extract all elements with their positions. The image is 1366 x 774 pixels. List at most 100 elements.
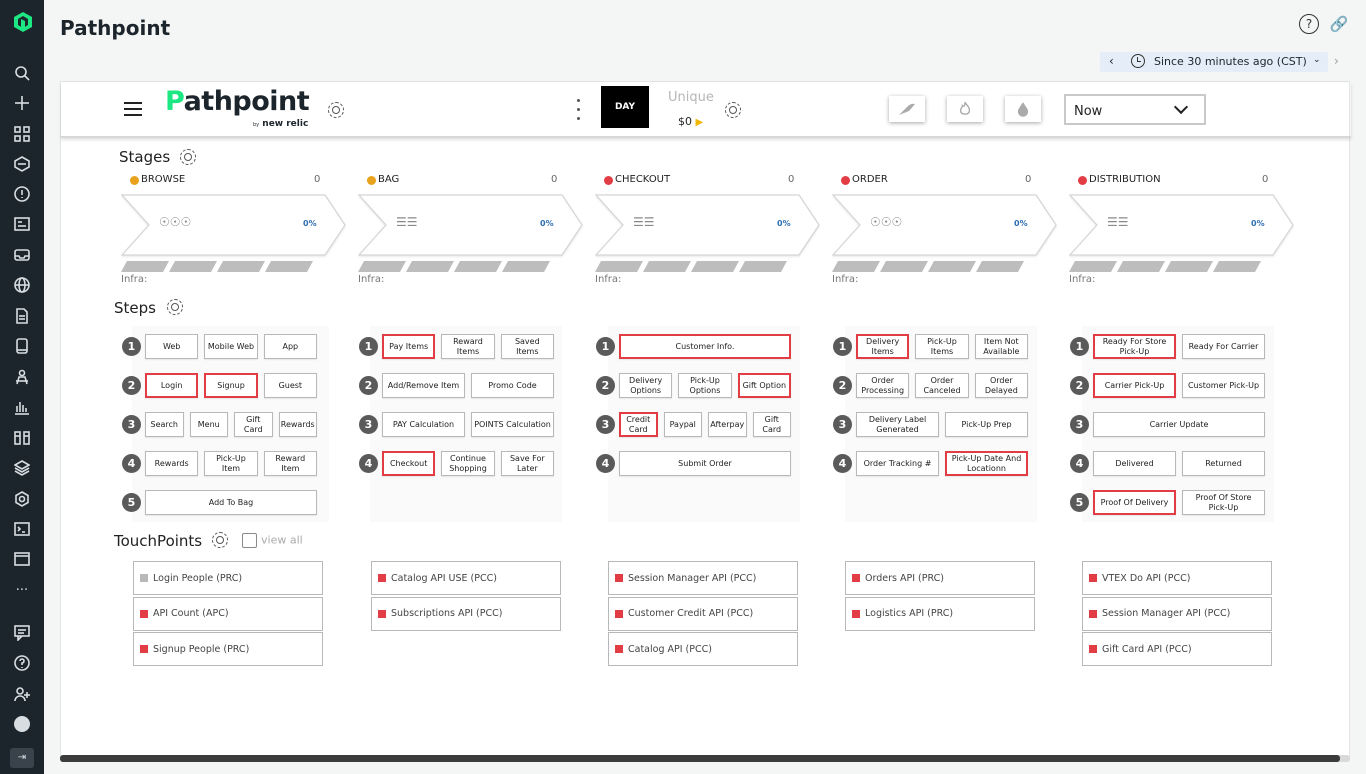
step-button[interactable]: PAY Calculation bbox=[382, 412, 465, 437]
mobile-icon[interactable] bbox=[12, 336, 32, 356]
step-button[interactable]: Saved Items bbox=[500, 334, 554, 359]
touchpoint-item[interactable]: Gift Card API (PCC) bbox=[1082, 632, 1272, 666]
step-button[interactable]: Search bbox=[145, 412, 184, 437]
touchpoint-item[interactable]: Catalog API (PCC) bbox=[608, 632, 798, 666]
step-button[interactable]: Checkout bbox=[382, 451, 436, 476]
terminal-icon[interactable] bbox=[12, 519, 32, 539]
more-icon[interactable]: ··· bbox=[12, 580, 32, 600]
synthetics-icon[interactable] bbox=[12, 367, 32, 387]
step-button[interactable]: Gift Card bbox=[752, 412, 791, 437]
step-button[interactable]: App bbox=[263, 334, 317, 359]
step-button[interactable]: Add/Remove Item bbox=[382, 373, 465, 398]
step-button[interactable]: Returned bbox=[1182, 451, 1265, 476]
inbox-icon[interactable] bbox=[12, 245, 32, 265]
step-button[interactable]: Ready For Store Pick-Up bbox=[1093, 334, 1176, 359]
step-button[interactable]: Pay Items bbox=[382, 334, 436, 359]
step-button[interactable]: Pick-Up Prep bbox=[945, 412, 1028, 437]
next-time-icon[interactable]: › bbox=[1334, 54, 1339, 68]
hamburger-menu-icon[interactable] bbox=[124, 102, 142, 116]
help-icon[interactable]: ? bbox=[1299, 14, 1319, 34]
step-button[interactable]: Delivery Options bbox=[619, 373, 673, 398]
flame-icon[interactable] bbox=[947, 96, 983, 122]
step-button[interactable]: Paypal bbox=[663, 412, 702, 437]
step-button[interactable]: Item Not Available bbox=[974, 334, 1028, 359]
step-button[interactable]: Afterpay bbox=[708, 412, 747, 437]
step-button[interactable]: Login bbox=[145, 373, 199, 398]
drop-icon[interactable] bbox=[1005, 96, 1041, 122]
step-button[interactable]: Order Tracking # bbox=[856, 451, 939, 476]
touchpoint-item[interactable]: Customer Credit API (PCC) bbox=[608, 596, 798, 631]
search-icon[interactable] bbox=[12, 63, 32, 83]
step-button[interactable]: Order Processing bbox=[856, 373, 910, 398]
checkbox-box[interactable] bbox=[242, 533, 257, 548]
touchpoint-item[interactable]: API Count (APC) bbox=[133, 596, 323, 631]
steps-settings-gear-icon[interactable] bbox=[167, 299, 183, 315]
step-button[interactable]: Guest bbox=[263, 373, 317, 398]
touchpoint-item[interactable]: Session Manager API (PCC) bbox=[608, 561, 798, 595]
step-button[interactable]: Reward Items bbox=[441, 334, 495, 359]
apm-icon[interactable] bbox=[12, 154, 32, 174]
step-button[interactable]: Delivery Items bbox=[856, 334, 910, 359]
stages-settings-gear-icon[interactable] bbox=[180, 149, 196, 165]
step-button[interactable]: Web bbox=[145, 334, 199, 359]
touchpoint-item[interactable]: Orders API (PRC) bbox=[845, 561, 1035, 595]
touchpoints-settings-gear-icon[interactable] bbox=[212, 532, 228, 548]
avatar[interactable] bbox=[12, 714, 32, 734]
step-button[interactable]: Delivered bbox=[1093, 451, 1176, 476]
feedback-icon[interactable] bbox=[12, 623, 32, 643]
time-picker[interactable]: ‹ Since 30 minutes ago (CST) ⌄ bbox=[1100, 52, 1328, 72]
step-button[interactable]: Pick-Up Date And Locationn bbox=[945, 451, 1028, 476]
collapse-icon[interactable]: ⇥ bbox=[10, 748, 34, 768]
step-button[interactable]: Proof Of Delivery bbox=[1093, 490, 1176, 515]
browser-globe-icon[interactable] bbox=[12, 275, 32, 295]
timeframe-select[interactable]: Now bbox=[1064, 94, 1206, 125]
touchpoint-item[interactable]: VTEX Do API (PCC) bbox=[1082, 561, 1272, 595]
stage-order[interactable]: ORDER 0 ☉☉☉ 0% Infra: bbox=[832, 173, 1072, 293]
dashboards-icon[interactable] bbox=[12, 214, 32, 234]
step-button[interactable]: Save For Later bbox=[500, 451, 554, 476]
add-icon[interactable] bbox=[12, 93, 32, 113]
kebab-menu-icon[interactable] bbox=[577, 99, 581, 121]
step-button[interactable]: Signup bbox=[204, 373, 258, 398]
step-button[interactable]: Add To Bag bbox=[145, 490, 317, 515]
stage-browse[interactable]: BROWSE 0 ☉☉☉ 0% Infra: bbox=[121, 173, 361, 293]
apps-grid-icon[interactable] bbox=[12, 124, 32, 144]
window-icon[interactable] bbox=[12, 549, 32, 569]
step-button[interactable]: Proof Of Store Pick-Up bbox=[1182, 490, 1265, 515]
chart-icon[interactable] bbox=[12, 397, 32, 417]
step-button[interactable]: Continue Shopping bbox=[441, 451, 495, 476]
step-button[interactable]: Customer Pick-Up bbox=[1182, 373, 1265, 398]
new-relic-logo-icon[interactable] bbox=[12, 10, 34, 34]
step-button[interactable]: Credit Card bbox=[619, 412, 658, 437]
step-button[interactable]: Carrier Update bbox=[1093, 412, 1265, 437]
canary-icon[interactable] bbox=[889, 96, 925, 122]
step-button[interactable]: Gift Option bbox=[737, 373, 791, 398]
link-icon[interactable]: 🔗 bbox=[1329, 14, 1349, 34]
step-button[interactable]: Pick-Up Item bbox=[204, 451, 258, 476]
step-button[interactable]: Order Delayed bbox=[974, 373, 1028, 398]
step-button[interactable]: Order Canceled bbox=[915, 373, 969, 398]
step-button[interactable]: Pick-Up Items bbox=[915, 334, 969, 359]
touchpoint-item[interactable]: Login People (PRC) bbox=[133, 561, 323, 595]
day-toggle-button[interactable]: DAY bbox=[601, 86, 649, 128]
step-button[interactable]: Pick-Up Options bbox=[678, 373, 732, 398]
touchpoint-item[interactable]: Subscriptions API (PCC) bbox=[371, 596, 561, 631]
step-button[interactable]: Delivery Label Generated bbox=[856, 412, 939, 437]
previous-time-icon[interactable]: ‹ bbox=[1109, 54, 1114, 68]
help-icon[interactable] bbox=[12, 653, 32, 673]
alerts-icon[interactable] bbox=[12, 184, 32, 204]
touchpoint-item[interactable]: Session Manager API (PCC) bbox=[1082, 596, 1272, 631]
step-button[interactable]: Submit Order bbox=[619, 451, 791, 476]
settings-icon[interactable] bbox=[12, 489, 32, 509]
view-all-checkbox[interactable]: view all bbox=[242, 533, 303, 548]
step-button[interactable]: Customer Info. bbox=[619, 334, 791, 359]
horizontal-scrollbar[interactable] bbox=[60, 755, 1340, 762]
touchpoint-item[interactable]: Logistics API (PRC) bbox=[845, 596, 1035, 631]
layers-icon[interactable] bbox=[12, 458, 32, 478]
infrastructure-icon[interactable] bbox=[12, 428, 32, 448]
stage-checkout[interactable]: CHECKOUT 0 ☰☰ 0% Infra: bbox=[595, 173, 835, 293]
unique-settings-gear-icon[interactable] bbox=[725, 102, 741, 118]
logs-icon[interactable] bbox=[12, 306, 32, 326]
stage-bag[interactable]: BAG 0 ☰☰ 0% Infra: bbox=[358, 173, 598, 293]
step-button[interactable]: Mobile Web bbox=[204, 334, 258, 359]
